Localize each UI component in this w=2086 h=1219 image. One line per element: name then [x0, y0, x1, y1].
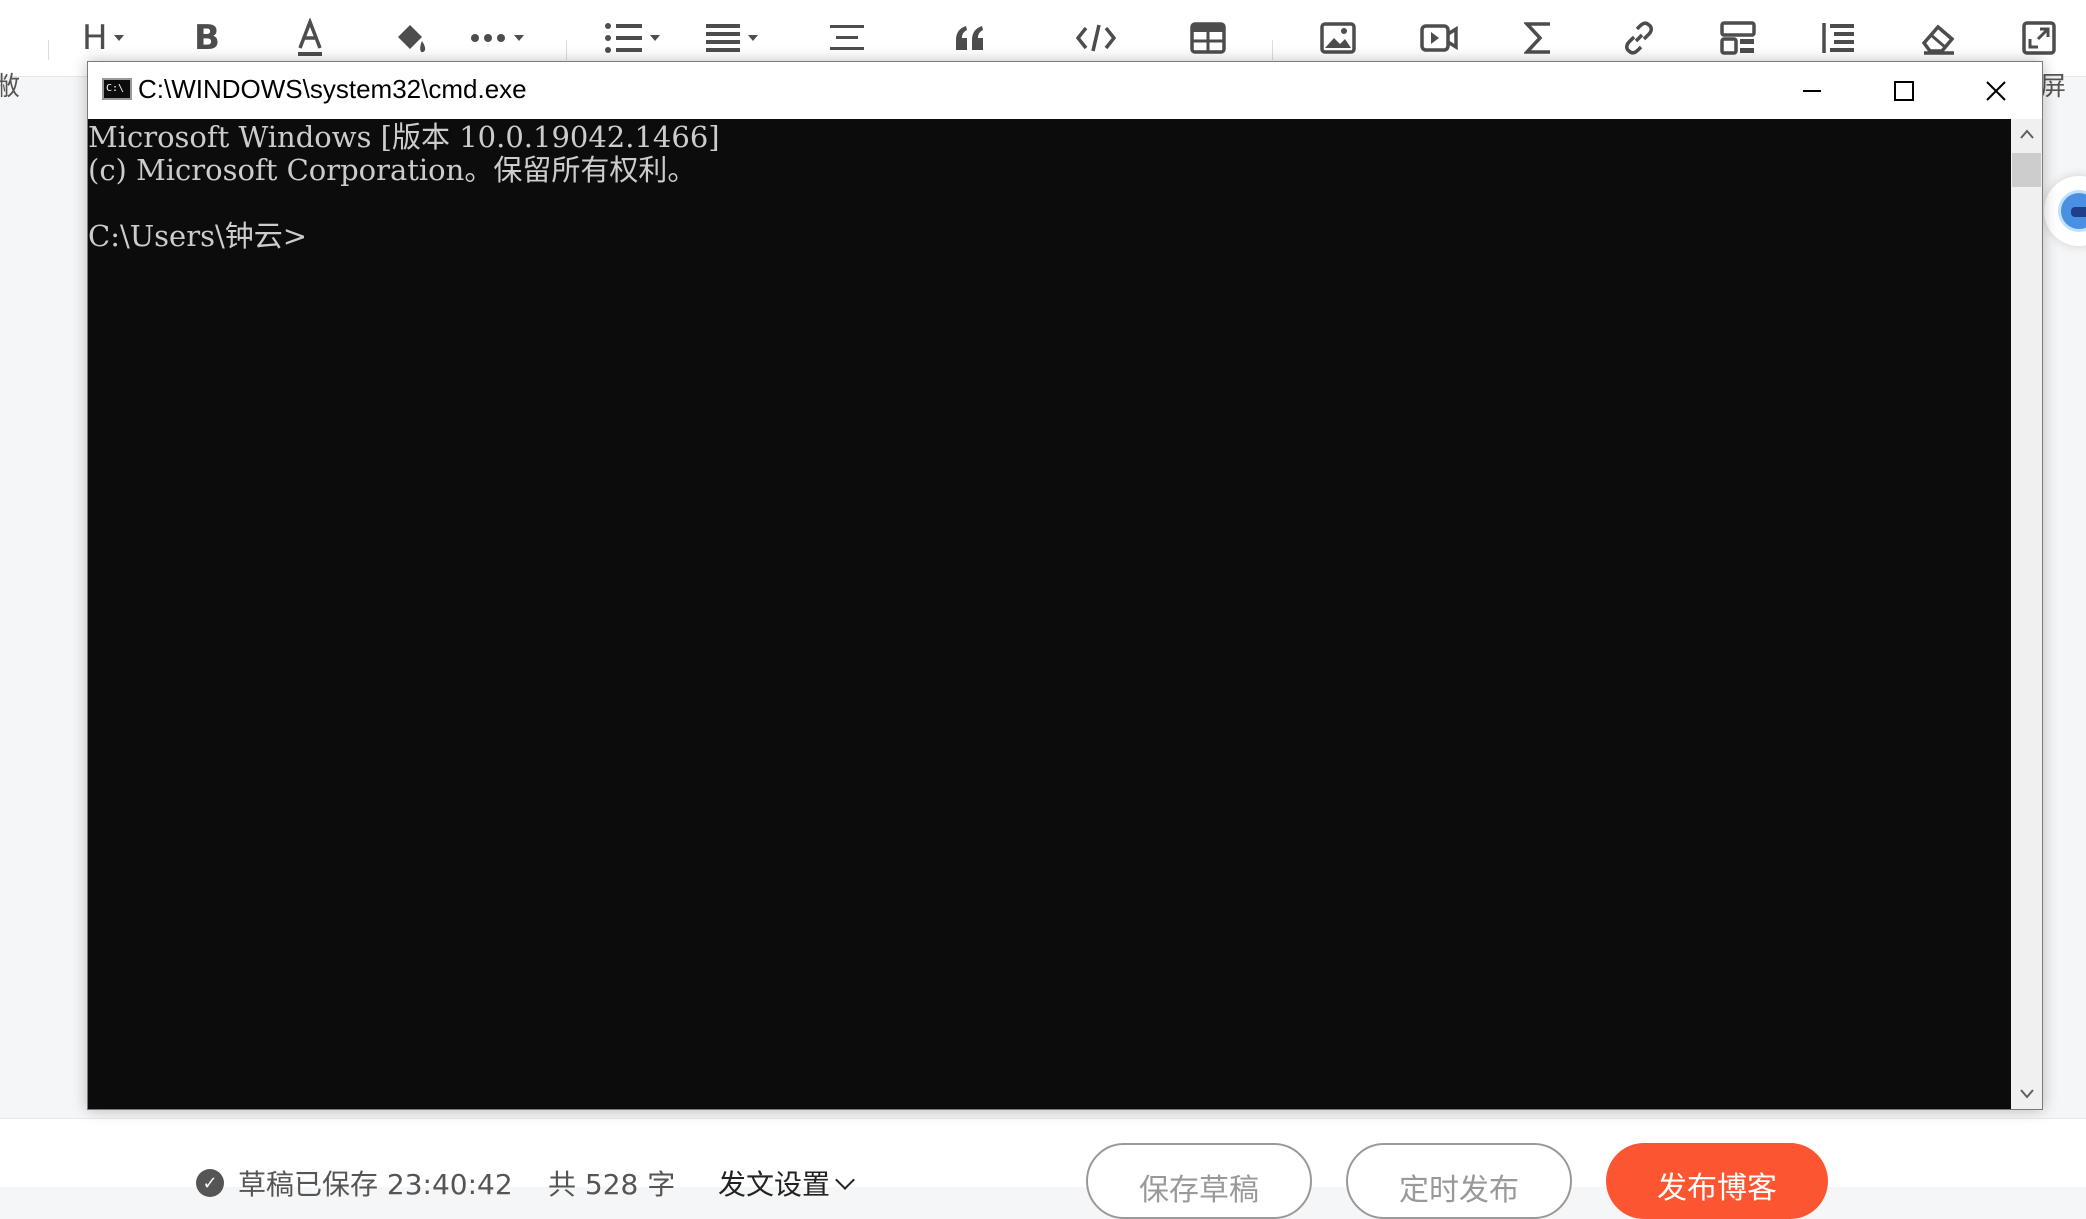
horizontal-rule-icon: [830, 25, 864, 50]
scroll-thumb[interactable]: [2012, 153, 2041, 187]
sigma-icon: [1524, 22, 1550, 54]
assistant-icon: [2058, 190, 2086, 232]
chevron-down-icon: [113, 35, 124, 41]
vertical-scrollbar[interactable]: [2011, 119, 2042, 1109]
schedule-publish-button[interactable]: 定时发布: [1346, 1143, 1572, 1219]
toc-icon: [1822, 23, 1854, 53]
cmd-title-bar[interactable]: C:\ C:\WINDOWS\system32\cmd.exe: [88, 62, 2042, 119]
word-count: 共 528 字: [548, 1168, 676, 1201]
assistant-icon-face: [2071, 207, 2086, 217]
horizontal-rule-button[interactable]: [830, 14, 866, 62]
save-status: ✓ 草稿已保存 23:40:42: [196, 1163, 513, 1203]
minimize-button[interactable]: [1766, 62, 1858, 119]
chevron-down-icon: [835, 1170, 855, 1190]
toolbar-divider: [48, 40, 49, 60]
link-icon: [1625, 21, 1653, 55]
editor-bottom-bar: ✓ 草稿已保存 23:40:42 共 528 字 发文设置 保存草稿 定时发布 …: [0, 1118, 2086, 1219]
eraser-icon: [1921, 24, 1955, 55]
eraser-button[interactable]: [1920, 14, 1956, 62]
align-button[interactable]: [706, 14, 758, 62]
publish-settings-label: 发文设置: [718, 1168, 831, 1201]
fullscreen-icon: [2022, 21, 2056, 55]
heading-button[interactable]: H: [82, 14, 124, 62]
scroll-up-button[interactable]: [2011, 119, 2042, 149]
fill-color-button[interactable]: [392, 14, 430, 62]
formula-button[interactable]: [1524, 14, 1554, 62]
minimize-icon: [1803, 89, 1821, 92]
maximize-icon: [1894, 80, 1914, 101]
save-status-text: 草稿已保存 23:40:42: [238, 1168, 513, 1201]
toolbar-divider: [566, 40, 567, 60]
maximize-button[interactable]: [1858, 62, 1950, 119]
publish-settings-dropdown[interactable]: 发文设置: [718, 1163, 855, 1203]
template-icon: [1720, 21, 1756, 55]
bold-icon: B: [194, 18, 220, 58]
quote-icon: [956, 26, 983, 50]
chevron-down-icon: [2019, 1089, 2034, 1099]
chevron-down-icon: [650, 35, 660, 41]
chevron-up-icon: [2019, 129, 2034, 139]
image-icon: [1320, 22, 1356, 54]
table-icon: [1190, 22, 1226, 54]
code-icon: [1076, 24, 1116, 52]
scroll-down-button[interactable]: [2011, 1079, 2042, 1109]
toolbar-divider: [1272, 40, 1273, 60]
save-draft-button[interactable]: 保存草稿: [1086, 1143, 1312, 1219]
heading-icon: H: [82, 18, 108, 58]
right-edge-text: 屏: [2040, 72, 2067, 102]
list-button[interactable]: [604, 14, 660, 62]
code-block-button[interactable]: [1076, 14, 1116, 62]
font-color-button[interactable]: [294, 14, 326, 62]
chevron-down-icon: [748, 35, 758, 41]
more-formatting-button[interactable]: [470, 14, 524, 62]
image-button[interactable]: [1320, 14, 1356, 62]
table-button[interactable]: [1190, 14, 1226, 62]
chevron-down-icon: [514, 35, 524, 41]
more-icon: [471, 34, 505, 42]
cmd-app-icon: C:\: [102, 78, 132, 100]
fullscreen-button[interactable]: [2022, 14, 2056, 62]
link-button[interactable]: [1622, 14, 1656, 62]
cmd-window[interactable]: C:\ C:\WINDOWS\system32\cmd.exe Microsof…: [87, 61, 2043, 1110]
bulleted-list-icon: [605, 23, 642, 53]
align-icon: [706, 24, 740, 52]
console-prompt: C:\Users\钟云>: [88, 219, 308, 253]
quote-button[interactable]: [954, 14, 986, 62]
bold-button[interactable]: B: [194, 14, 220, 62]
template-button[interactable]: [1720, 14, 1756, 62]
toc-button[interactable]: [1820, 14, 1856, 62]
check-icon: ✓: [196, 1169, 224, 1197]
close-icon: [1986, 80, 2006, 101]
video-icon: [1420, 24, 1458, 52]
video-button[interactable]: [1420, 14, 1458, 62]
cmd-window-title: C:\WINDOWS\system32\cmd.exe: [138, 74, 527, 104]
font-color-icon: [298, 18, 322, 56]
console-line: (c) Microsoft Corporation。保留所有权利。: [88, 153, 697, 187]
paint-bucket-icon: [398, 25, 426, 53]
left-edge-text: 敝: [0, 72, 21, 102]
floating-assistant-widget[interactable]: [2044, 176, 2086, 246]
close-button[interactable]: [1950, 62, 2042, 119]
publish-blog-button[interactable]: 发布博客: [1606, 1143, 1828, 1219]
console-output[interactable]: Microsoft Windows [版本 10.0.19042.1466] (…: [88, 119, 2011, 1109]
console-line: Microsoft Windows [版本 10.0.19042.1466]: [88, 120, 720, 154]
